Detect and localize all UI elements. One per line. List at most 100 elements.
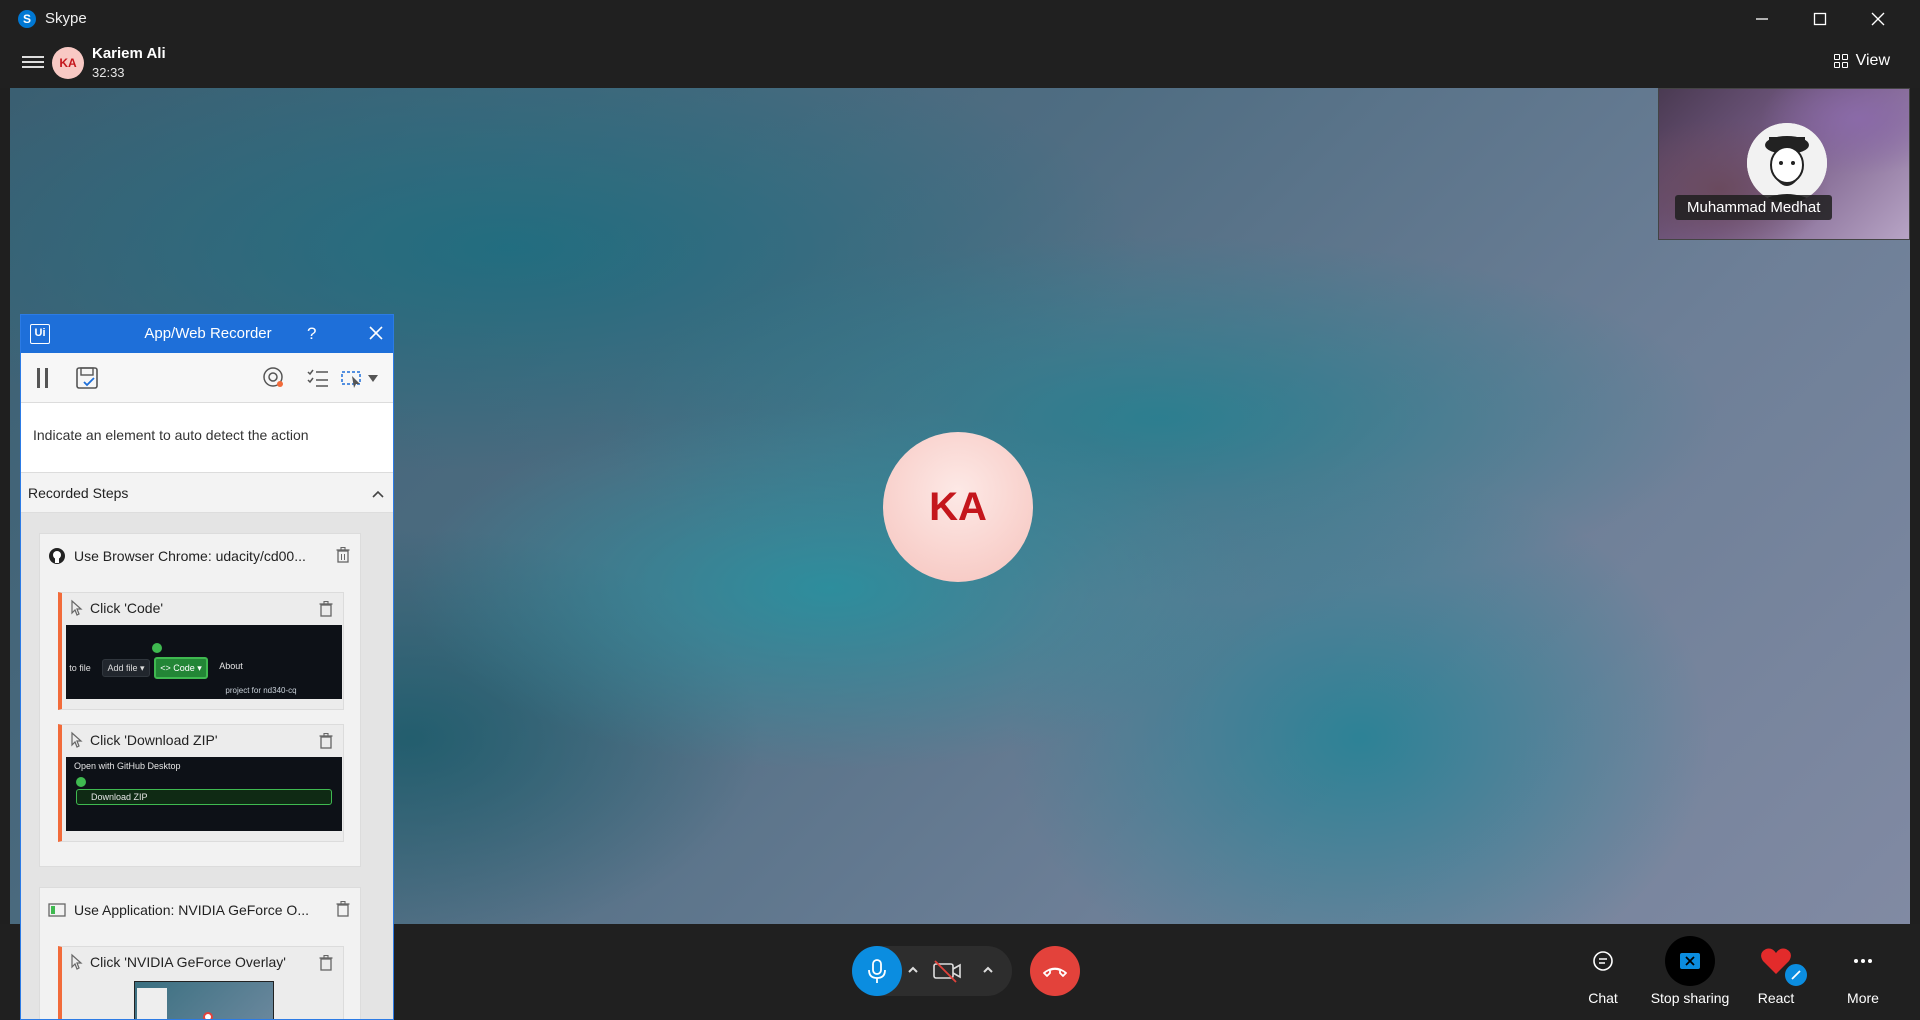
close-icon (369, 326, 383, 340)
maximize-icon (1813, 12, 1827, 26)
chat-label: Chat (1588, 990, 1618, 1006)
skype-window: S Skype KA Kariem Ali 32:33 View KA Muha… (0, 0, 1920, 1020)
checklist-icon (307, 369, 328, 387)
click-icon (71, 953, 83, 970)
thumb-about: About (219, 661, 243, 671)
selection-mode-icon (341, 371, 378, 388)
recorder-toolbar (21, 353, 393, 403)
recorded-steps-label: Recorded Steps (28, 485, 129, 501)
save-button[interactable] (74, 365, 100, 391)
participant-tile[interactable]: Muhammad Medhat (1658, 88, 1910, 240)
step-screenshot: to file Add file ▾ <> Code ▾ About proje… (66, 625, 342, 699)
more-button[interactable]: More (1823, 936, 1903, 1016)
target-icon (263, 367, 283, 387)
react-button[interactable]: React (1736, 936, 1816, 1016)
recorder-close-button[interactable] (367, 324, 385, 342)
window-title: Skype (45, 10, 87, 27)
heart-icon (1751, 936, 1809, 988)
call-header: KA Kariem Ali 32:33 View (0, 38, 1920, 88)
grid-view-icon (1833, 54, 1848, 68)
trash-icon[interactable] (336, 901, 350, 917)
hang-up-button[interactable] (1030, 946, 1080, 996)
trash-icon[interactable] (319, 955, 333, 971)
group-title: Use Browser Chrome: udacity/cd00... (74, 548, 306, 564)
thumb-download-zip: Download ZIP (76, 789, 332, 805)
mic-options-button[interactable] (905, 962, 921, 978)
stop-sharing-button[interactable]: Stop sharing (1650, 936, 1730, 1016)
more-label: More (1847, 990, 1879, 1006)
thumb-marker (76, 777, 86, 787)
checklist-button[interactable] (305, 365, 331, 391)
participant-photo (1747, 123, 1827, 203)
close-window-button[interactable] (1849, 0, 1907, 38)
trash-icon[interactable] (319, 601, 333, 617)
thumb-project: project for nd340-cq (225, 685, 297, 695)
participant-avatar-icon (1747, 123, 1827, 203)
github-icon (49, 548, 65, 564)
step-group[interactable]: Use Browser Chrome: udacity/cd00... Clic… (39, 533, 361, 867)
step-label: Click 'NVIDIA GeForce Overlay' (90, 954, 286, 970)
maximize-button[interactable] (1791, 0, 1849, 38)
step-label: Click 'Code' (90, 600, 164, 616)
step-item[interactable]: Click 'Code' to file Add file ▾ <> Code … (58, 592, 344, 710)
skype-logo-icon: S (18, 10, 36, 28)
menu-icon[interactable] (22, 53, 44, 73)
stop-sharing-icon (1665, 936, 1715, 986)
recorder-hint: Indicate an element to auto detect the a… (21, 403, 393, 473)
caller-name: Kariem Ali (92, 45, 166, 62)
step-group[interactable]: Use Application: NVIDIA GeForce O... Cli… (39, 887, 361, 1019)
chat-button[interactable]: Chat (1563, 936, 1643, 1016)
participant-name: Muhammad Medhat (1675, 195, 1833, 220)
step-item[interactable]: Click 'Download ZIP' Open with GitHub De… (58, 724, 344, 842)
minimize-icon (1756, 18, 1768, 20)
recorder-panel: Ui App/Web Recorder ? Indicate an elemen… (20, 314, 394, 1020)
view-label: View (1855, 52, 1890, 69)
camera-button[interactable] (922, 946, 972, 996)
microphone-button[interactable] (852, 946, 902, 996)
chevron-up-icon (983, 966, 993, 973)
title-bar: S Skype (0, 0, 1920, 38)
recorded-steps-list: Use Browser Chrome: udacity/cd00... Clic… (21, 513, 393, 1019)
recorded-steps-header[interactable]: Recorded Steps (21, 473, 393, 513)
chevron-up-icon[interactable] (371, 487, 385, 501)
call-timer: 32:33 (92, 65, 125, 80)
trash-icon[interactable] (319, 733, 333, 749)
mic-camera-group (852, 946, 1012, 996)
thumb-marker (203, 1012, 213, 1019)
chat-icon (1578, 936, 1628, 986)
thumb-marker (152, 643, 162, 653)
help-button[interactable]: ? (307, 324, 316, 344)
edit-reaction-icon (1783, 962, 1809, 988)
view-button[interactable]: View (1833, 52, 1890, 70)
minimize-button[interactable] (1733, 0, 1791, 38)
caller-avatar[interactable]: KA (52, 47, 84, 79)
hang-up-icon (1043, 967, 1067, 977)
thumb-window (137, 988, 167, 1019)
recorder-title: App/Web Recorder (144, 325, 272, 342)
click-icon (71, 599, 83, 616)
thumb-open-desktop: Open with GitHub Desktop (74, 761, 181, 771)
thumb-code-button: <> Code ▾ (154, 657, 208, 679)
camera-options-button[interactable] (980, 962, 996, 978)
step-screenshot (134, 981, 274, 1019)
react-label: React (1757, 990, 1795, 1006)
step-screenshot: Open with GitHub Desktop Download ZIP (66, 757, 342, 831)
recorder-title-bar: Ui App/Web Recorder ? (21, 315, 393, 353)
selection-mode-dropdown[interactable] (339, 365, 381, 391)
application-icon (48, 903, 66, 917)
stage-avatar: KA (883, 432, 1033, 582)
trash-icon[interactable] (336, 547, 350, 563)
step-title: Click 'NVIDIA GeForce Overlay' (62, 947, 343, 977)
target-detect-button[interactable] (261, 365, 287, 391)
step-item[interactable]: Click 'NVIDIA GeForce Overlay' (58, 946, 344, 1019)
pause-button[interactable] (35, 365, 51, 391)
step-label: Click 'Download ZIP' (90, 732, 218, 748)
group-title: Use Application: NVIDIA GeForce O... (74, 902, 309, 918)
save-icon (76, 367, 98, 389)
group-header: Use Browser Chrome: udacity/cd00... (40, 534, 360, 578)
step-title: Click 'Code' (62, 593, 343, 623)
click-icon (71, 731, 83, 748)
step-title: Click 'Download ZIP' (62, 725, 343, 755)
group-header: Use Application: NVIDIA GeForce O... (40, 888, 360, 932)
camera-off-icon (933, 960, 961, 983)
